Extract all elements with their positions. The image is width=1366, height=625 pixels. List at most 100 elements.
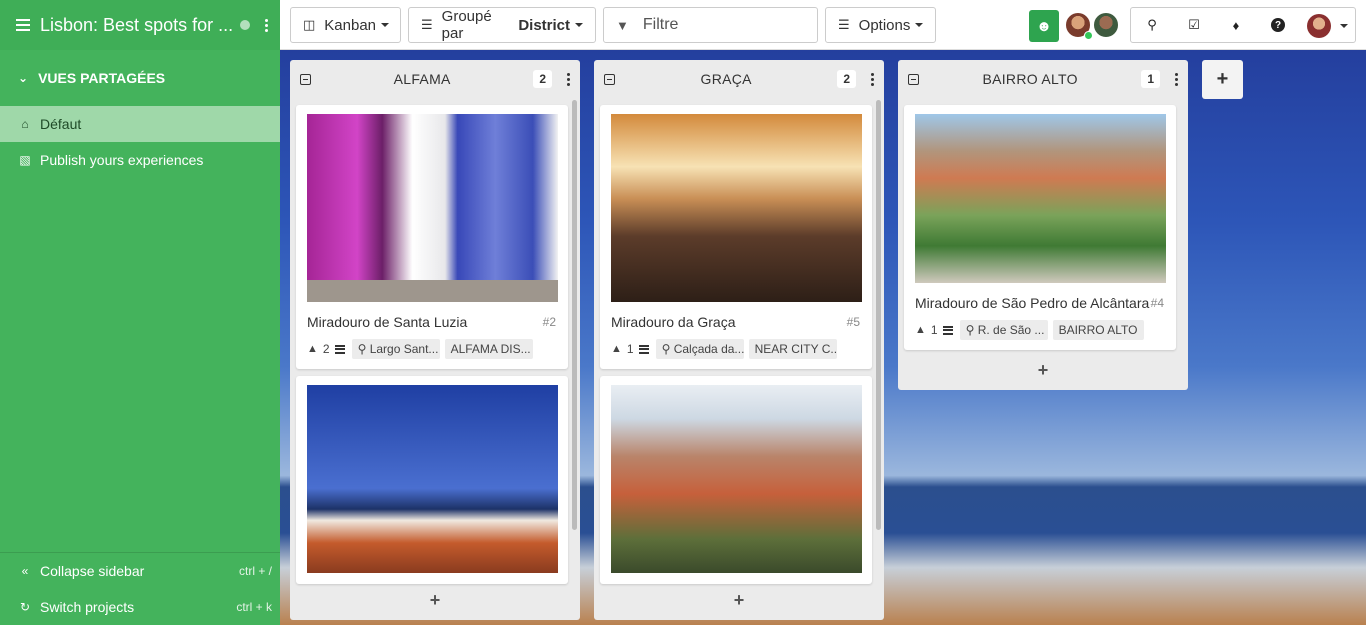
column-header: ALFAMA 2 — [290, 60, 580, 98]
collapse-column-icon[interactable] — [300, 73, 311, 85]
card-cover-image — [307, 114, 558, 302]
address-tag: ⚲ Largo Sant... — [351, 339, 440, 359]
card-meta: ▲ 2 ⚲ Largo Sant... ALFAMA DIS... — [307, 339, 533, 359]
column-menu-icon[interactable] — [566, 72, 570, 86]
thumbs-up-icon: ▲ — [915, 324, 926, 336]
shared-views-section[interactable]: ⌄ VUES PARTAGÉES — [0, 50, 280, 106]
filter-icon: ▼ — [616, 17, 629, 33]
switch-projects-label: Switch projects — [40, 599, 135, 615]
collapse-column-icon[interactable] — [908, 73, 919, 85]
description-icon — [942, 325, 953, 335]
column-scrollbar[interactable] — [572, 100, 577, 530]
column-header: GRAÇA 2 — [594, 60, 884, 98]
column-title: GRAÇA — [700, 71, 752, 87]
caret-down-icon[interactable] — [1340, 24, 1348, 28]
caret-down-icon — [915, 23, 924, 27]
like-count: 1 — [626, 342, 634, 356]
collapse-shortcut: ctrl + / — [238, 564, 272, 578]
add-user-button[interactable]: ☻ — [1029, 10, 1059, 42]
add-column-button[interactable]: + — [1202, 60, 1243, 99]
project-more-icon[interactable] — [264, 18, 268, 32]
district-tag: BAIRRO ALTO — [1052, 320, 1144, 340]
section-label: VUES PARTAGÉES — [38, 70, 166, 86]
kanban-card[interactable]: Miradouro de São Pedro de Alcântara #4 ▲… — [904, 105, 1176, 350]
options-label: Options — [858, 16, 911, 34]
add-card-button[interactable]: + — [594, 590, 884, 611]
column-menu-icon[interactable] — [1174, 72, 1178, 86]
refresh-icon: ↻ — [19, 600, 31, 614]
add-card-button[interactable]: + — [898, 360, 1188, 381]
toolbar: ◫ Kanban ☰ Groupé par District ▼ Filtre … — [280, 0, 1366, 50]
district-tag: NEAR CITY C... — [748, 339, 837, 359]
column-count: 2 — [837, 70, 856, 88]
add-card-button[interactable]: + — [290, 590, 580, 611]
column-menu-icon[interactable] — [870, 72, 874, 86]
description-icon — [638, 344, 649, 354]
double-chevron-left-icon: « — [21, 564, 29, 578]
sidebar-item-label: Publish yours experiences — [40, 152, 204, 168]
column-count: 1 — [1141, 70, 1160, 88]
like-count: 2 — [322, 342, 330, 356]
kanban-card[interactable]: Miradouro de Santa Luzia #2 ▲ 2 ⚲ Largo … — [296, 105, 568, 369]
sidebar: Lisbon: Best spots for ... ⌄ VUES PARTAG… — [0, 0, 280, 625]
card-cover-image — [307, 385, 558, 573]
kanban-column: GRAÇA 2 Miradouro da Graça #5 ▲ 1 ⚲ Calç… — [594, 60, 884, 620]
card-number: #2 — [542, 315, 556, 329]
inbox-icon: ▧ — [19, 153, 31, 167]
kanban-card[interactable]: Miradouro da Graça #5 ▲ 1 ⚲ Calçada da..… — [600, 105, 872, 369]
kanban-card[interactable] — [296, 376, 568, 584]
filter-input[interactable]: ▼ Filtre — [603, 7, 818, 43]
chevron-down-icon: ⌄ — [18, 71, 29, 85]
thumbs-up-icon: ▲ — [611, 343, 622, 355]
add-user-icon: ☻ — [1036, 17, 1052, 35]
column-count: 2 — [533, 70, 552, 88]
search-icon[interactable]: ⚲ — [1144, 17, 1160, 33]
home-icon: ⌂ — [21, 117, 29, 131]
column-header: BAIRRO ALTO 1 — [898, 60, 1188, 98]
options-button[interactable]: ☰ Options — [825, 7, 936, 43]
address-tag: ⚲ R. de São ... — [959, 320, 1048, 340]
sidebar-item-publish[interactable]: ▧ Publish yours experiences — [0, 142, 280, 178]
like-count: 1 — [930, 323, 938, 337]
kanban-column: BAIRRO ALTO 1 Miradouro de São Pedro de … — [898, 60, 1188, 390]
group-field: District — [518, 16, 570, 34]
task-check-icon[interactable]: ☑ — [1186, 17, 1202, 33]
description-icon — [334, 344, 345, 354]
view-switcher-button[interactable]: ◫ Kanban — [290, 7, 401, 43]
top-right-actions: ⚲ ☑ ♦ ? — [1130, 7, 1356, 43]
card-number: #4 — [1150, 296, 1164, 310]
collapse-column-icon[interactable] — [604, 73, 615, 85]
kanban-board: ALFAMA 2 Miradouro de Santa Luzia #2 ▲ 2… — [280, 50, 1366, 625]
sidebar-item-default[interactable]: ⌂ Défaut — [0, 106, 280, 142]
card-cover-image — [915, 114, 1166, 283]
view-label: Kanban — [324, 16, 377, 34]
project-title[interactable]: Lisbon: Best spots for ... — [40, 15, 234, 36]
collapse-sidebar-button[interactable]: « Collapse sidebar ctrl + / — [0, 553, 280, 589]
switch-shortcut: ctrl + k — [236, 600, 272, 614]
column-scrollbar[interactable] — [876, 100, 881, 530]
address-tag: ⚲ Calçada da... — [655, 339, 744, 359]
switch-projects-button[interactable]: ↻ Switch projects ctrl + k — [0, 589, 280, 625]
column-title: BAIRRO ALTO — [982, 71, 1078, 87]
globe-icon — [240, 20, 250, 30]
caret-down-icon — [575, 23, 583, 27]
help-icon[interactable]: ? — [1270, 17, 1286, 33]
column-title: ALFAMA — [393, 71, 451, 87]
group-by-button[interactable]: ☰ Groupé par District — [408, 7, 596, 43]
user-avatar[interactable] — [1307, 14, 1331, 38]
card-meta: ▲ 1 ⚲ R. de São ... BAIRRO ALTO — [915, 320, 1144, 340]
sidebar-footer: « Collapse sidebar ctrl + / ↻ Switch pro… — [0, 552, 280, 625]
avatar[interactable] — [1092, 11, 1120, 39]
menu-icon[interactable] — [16, 19, 30, 31]
bell-icon[interactable]: ♦ — [1228, 17, 1244, 33]
online-status-dot — [1084, 31, 1093, 40]
sidebar-header: Lisbon: Best spots for ... — [0, 0, 280, 50]
collapse-sidebar-label: Collapse sidebar — [40, 563, 145, 579]
thumbs-up-icon: ▲ — [307, 343, 318, 355]
card-title: Miradouro de Santa Luzia — [307, 314, 468, 330]
card-title: Miradouro da Graça — [611, 314, 736, 330]
card-number: #5 — [846, 315, 860, 329]
card-cover-image — [611, 114, 862, 302]
address-text: Largo Sant... — [369, 342, 439, 356]
kanban-card[interactable] — [600, 376, 872, 584]
